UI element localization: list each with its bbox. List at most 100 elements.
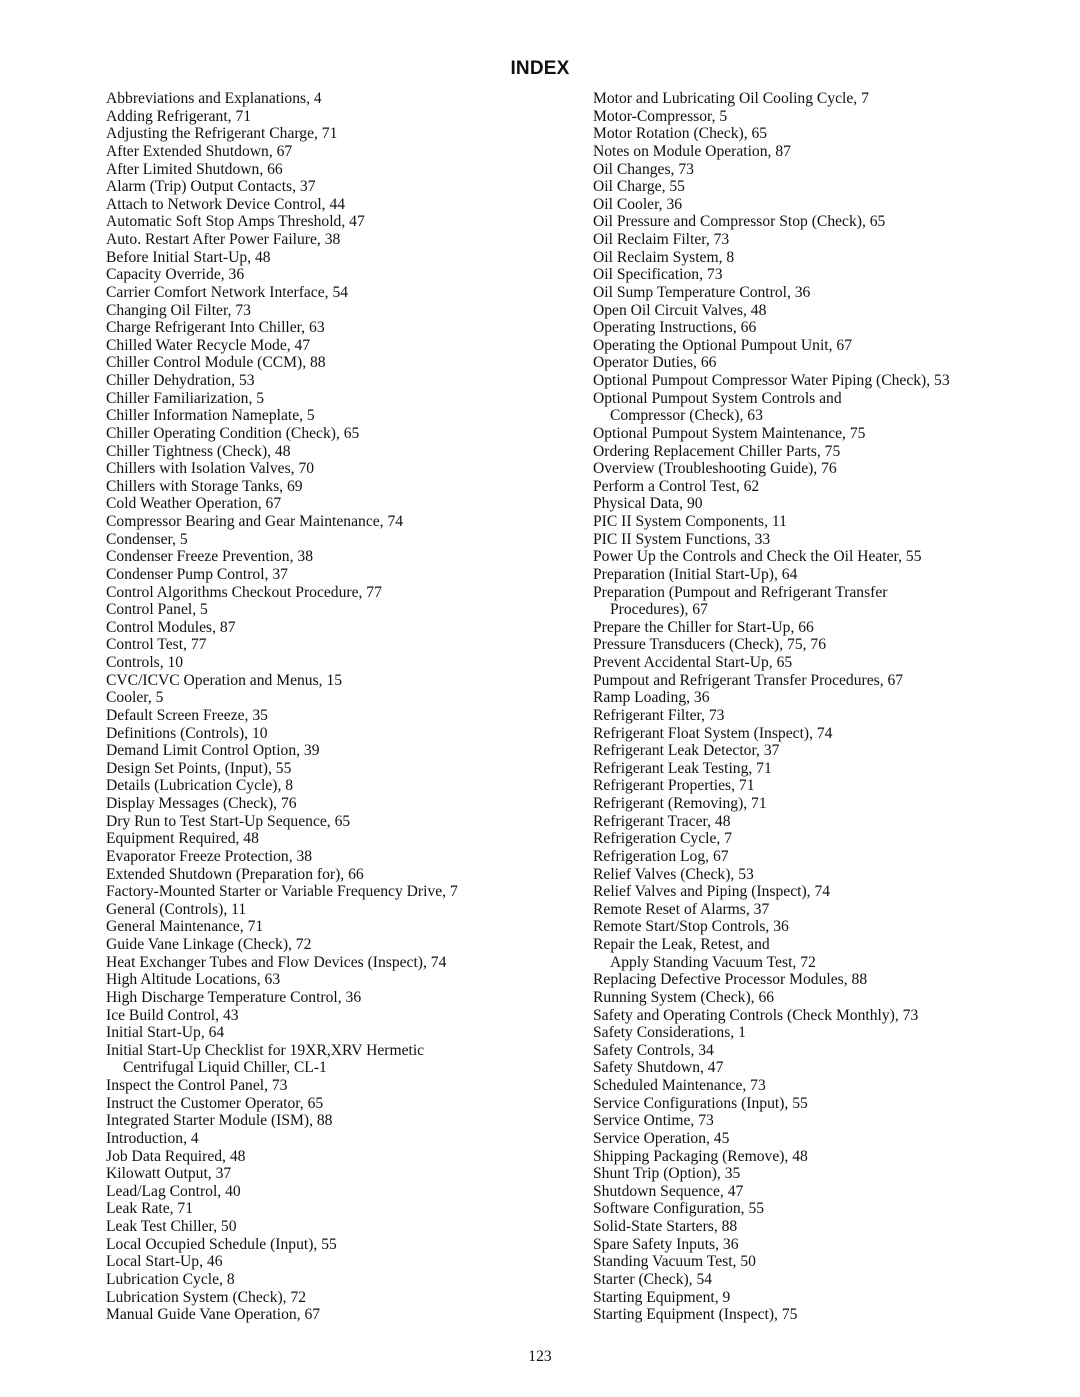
- index-entry: Chiller Familiarization, 5: [106, 390, 546, 408]
- index-entry-text: Introduction, 4: [106, 1129, 199, 1147]
- index-entry-text: Capacity Override, 36: [106, 266, 245, 284]
- index-entry: Spare Safety Inputs, 36: [593, 1236, 1013, 1254]
- index-entry: Open Oil Circuit Valves, 48: [593, 302, 1013, 320]
- index-entry: Job Data Required, 48: [106, 1148, 546, 1166]
- index-entry: Oil Reclaim System, 8: [593, 249, 1013, 267]
- index-entry-text: Safety and Operating Controls (Check Mon…: [593, 1006, 919, 1024]
- index-column-right: Motor and Lubricating Oil Cooling Cycle,…: [593, 90, 1013, 1324]
- index-entry-text: Changing Oil Filter, 73: [106, 301, 251, 319]
- index-entry-text: Chiller Tightness (Check), 48: [106, 442, 291, 460]
- index-entry: Perform a Control Test, 62: [593, 478, 1013, 496]
- index-entry-text: Shunt Trip (Option), 35: [593, 1165, 741, 1183]
- index-entry: Oil Charge, 55: [593, 178, 1013, 196]
- index-entry: Replacing Defective Processor Modules, 8…: [593, 971, 1013, 989]
- index-entry: Refrigeration Cycle, 7: [593, 830, 1013, 848]
- index-entry-text: Running System (Check), 66: [593, 988, 775, 1006]
- index-entry: Auto. Restart After Power Failure, 38: [106, 231, 546, 249]
- index-entry: Controls, 10: [106, 654, 546, 672]
- index-entry: Evaporator Freeze Protection, 38: [106, 848, 546, 866]
- index-entry-text: Motor-Compressor, 5: [593, 107, 728, 125]
- index-entry-text: Chiller Control Module (CCM), 88: [106, 354, 326, 372]
- index-entry-text: Service Operation, 45: [593, 1129, 730, 1147]
- index-entry: Refrigerant Leak Testing, 71: [593, 760, 1013, 778]
- index-entry: Extended Shutdown (Preparation for), 66: [106, 866, 546, 884]
- index-entry-text: Relief Valves (Check), 53: [593, 865, 754, 883]
- index-entry: Chiller Operating Condition (Check), 65: [106, 425, 546, 443]
- index-entry-text: Cold Weather Operation, 67: [106, 495, 282, 513]
- index-entry-text: Condenser, 5: [106, 530, 188, 548]
- index-entry-text: Evaporator Freeze Protection, 38: [106, 847, 313, 865]
- index-entry-text: Operating the Optional Pumpout Unit, 67: [593, 336, 853, 354]
- index-entry: Local Occupied Schedule (Input), 55: [106, 1236, 546, 1254]
- index-entry-text: Motor Rotation (Check), 65: [593, 125, 768, 143]
- index-entry: Repair the Leak, Retest, and Apply Standi…: [593, 936, 1013, 971]
- index-entry: Operating Instructions, 66: [593, 319, 1013, 337]
- index-entry: Details (Lubrication Cycle), 8: [106, 777, 546, 795]
- index-entry: Prepare the Chiller for Start-Up, 66: [593, 619, 1013, 637]
- index-entry-text: Auto. Restart After Power Failure, 38: [106, 231, 341, 248]
- index-entry-text: Perform a Control Test, 62: [593, 477, 760, 495]
- index-entry-text: Prepare the Chiller for Start-Up, 66: [593, 618, 814, 636]
- index-entry-text: Lead/Lag Control, 40: [106, 1182, 241, 1200]
- index-entry-text: Adding Refrigerant, 71: [106, 107, 252, 125]
- index-entry-text: High Altitude Locations, 63: [106, 971, 281, 989]
- index-entry: Remote Reset of Alarms, 37: [593, 901, 1013, 919]
- index-entry-text: Display Messages (Check), 76: [106, 795, 297, 812]
- index-entry-text: Refrigerant (Removing), 71: [593, 795, 767, 812]
- index-entry-text: Condenser Freeze Prevention, 38: [106, 548, 313, 566]
- index-entry-text: Condenser Pump Control, 37: [106, 565, 288, 583]
- index-entry-text: Lubrication Cycle, 8: [106, 1270, 235, 1288]
- index-entry-text: PIC II System Components, 11: [593, 513, 787, 530]
- index-entry-text: Chiller Dehydration, 53: [106, 372, 255, 389]
- index-entry: Adding Refrigerant, 71: [106, 108, 546, 126]
- index-entry-text: Chiller Familiarization, 5: [106, 389, 265, 407]
- index-entry: Charge Refrigerant Into Chiller, 63: [106, 319, 546, 337]
- index-entry-text: Kilowatt Output, 37: [106, 1165, 232, 1183]
- index-entry: Automatic Soft Stop Amps Threshold, 47: [106, 213, 546, 231]
- index-entry-text: Cooler, 5: [106, 689, 164, 707]
- index-entry: Display Messages (Check), 76: [106, 795, 546, 813]
- index-entry: Control Panel, 5: [106, 601, 546, 619]
- index-entry: Safety Controls, 34: [593, 1042, 1013, 1060]
- page-number: 123: [528, 1348, 552, 1365]
- index-entry-text: Equipment Required, 48: [106, 830, 259, 848]
- index-entry: Chilled Water Recycle Mode, 47: [106, 337, 546, 355]
- index-entry-text: Refrigerant Leak Testing, 71: [593, 759, 772, 777]
- index-entry: Lubrication Cycle, 8: [106, 1271, 546, 1289]
- index-entry: Local Start-Up, 46: [106, 1253, 546, 1271]
- index-entry-text: Factory-Mounted Starter or Variable Freq…: [106, 883, 458, 901]
- index-entry: Default Screen Freeze, 35: [106, 707, 546, 725]
- index-entry-text: Design Set Points, (Input), 55: [106, 759, 292, 777]
- index-entry-text: Starter (Check), 54: [593, 1270, 713, 1288]
- index-entry: Ice Build Control, 43: [106, 1007, 546, 1025]
- index-entry: Kilowatt Output, 37: [106, 1165, 546, 1183]
- index-entry-text: Refrigerant Tracer, 48: [593, 812, 731, 830]
- index-entry-text: Remote Start/Stop Controls, 36: [593, 918, 789, 936]
- index-entry: Operating the Optional Pumpout Unit, 67: [593, 337, 1013, 355]
- index-entry-text: Oil Changes, 73: [593, 160, 694, 178]
- index-entry-text: Optional Pumpout System Maintenance, 75: [593, 424, 866, 442]
- index-entry-text: Preparation (Initial Start-Up), 64: [593, 565, 798, 583]
- index-entry: Chillers with Storage Tanks, 69: [106, 478, 546, 496]
- index-entry: Integrated Starter Module (ISM), 88: [106, 1112, 546, 1130]
- index-entry: Demand Limit Control Option, 39: [106, 742, 546, 760]
- index-entry-text: Operating Instructions, 66: [593, 319, 757, 337]
- index-entry: Lubrication System (Check), 72: [106, 1289, 546, 1307]
- index-entry-text: Operator Duties, 66: [593, 354, 717, 372]
- index-entry: Chiller Information Nameplate, 5: [106, 407, 546, 425]
- index-entry: Service Ontime, 73: [593, 1112, 1013, 1130]
- index-entry: Shunt Trip (Option), 35: [593, 1165, 1013, 1183]
- index-entry-text: Demand Limit Control Option, 39: [106, 742, 320, 760]
- index-entry-continuation: Apply Standing Vacuum Test, 72: [610, 953, 816, 971]
- index-entry-text: Starting Equipment, 9: [593, 1288, 731, 1306]
- index-entry-text: Compressor Bearing and Gear Maintenance,…: [106, 513, 404, 530]
- index-entry: Starting Equipment (Inspect), 75: [593, 1306, 1013, 1324]
- index-entry-text: Notes on Module Operation, 87: [593, 142, 791, 160]
- index-entry-text: Motor and Lubricating Oil Cooling Cycle,…: [593, 90, 869, 107]
- index-entry-text: Leak Test Chiller, 50: [106, 1218, 237, 1235]
- index-entry-text: Refrigerant Filter, 73: [593, 706, 725, 724]
- index-entry: Motor Rotation (Check), 65: [593, 125, 1013, 143]
- index-entry-text: Pumpout and Refrigerant Transfer Procedu…: [593, 671, 904, 689]
- index-entry-text: Chillers with Storage Tanks, 69: [106, 477, 303, 495]
- index-entry-text: Optional Pumpout Compressor Water Piping…: [593, 372, 950, 389]
